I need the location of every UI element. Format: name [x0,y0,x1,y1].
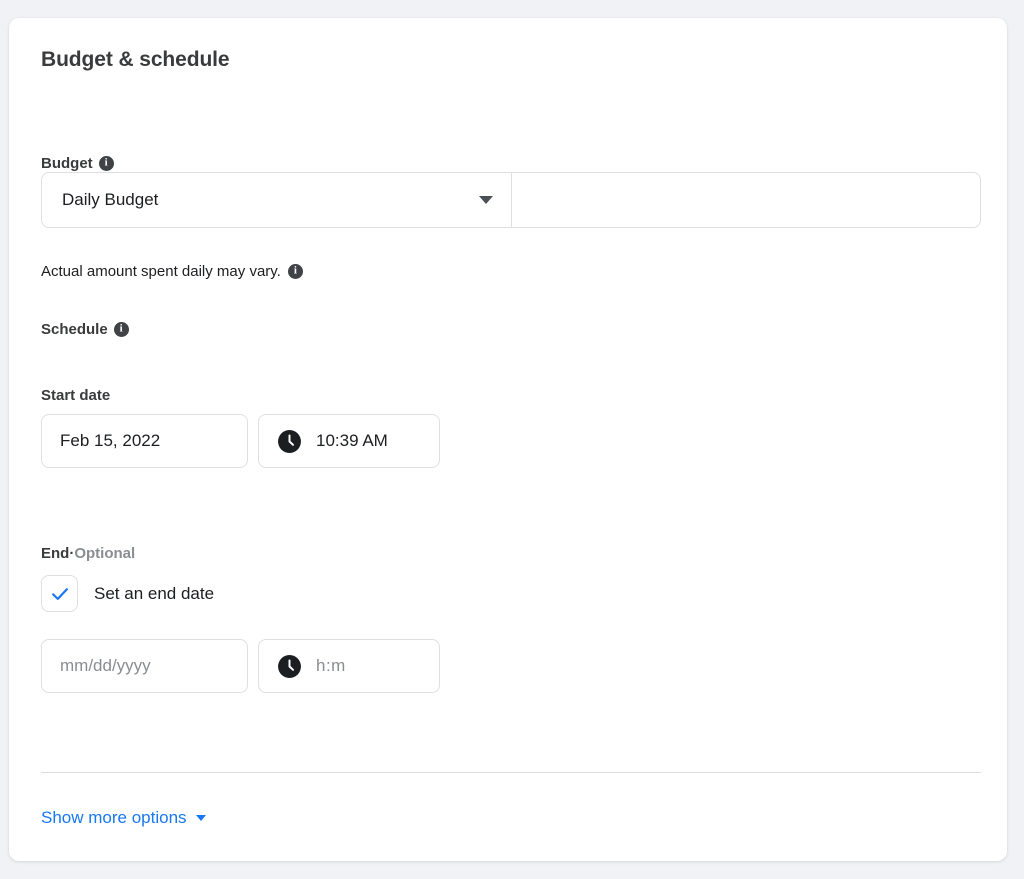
show-more-options-label: Show more options [41,808,187,827]
end-label: End·Optional [41,545,135,562]
section-divider [41,772,981,773]
info-icon[interactable]: i [287,264,303,279]
set-end-date-checkbox[interactable] [41,575,78,612]
budget-type-value: Daily Budget [62,190,159,209]
clock-icon [278,654,301,678]
chevron-down-icon [195,815,206,821]
end-time-input[interactable]: h:m [258,639,440,693]
budget-input-group: Daily Budget [41,172,981,228]
chevron-down-icon [479,196,493,204]
page-title: Budget & schedule [41,48,230,71]
start-date-input[interactable]: Feb 15, 2022 [41,414,248,468]
end-label-optional: Optional [74,545,136,562]
schedule-label-text: Schedule [41,321,108,338]
budget-helper-label: Actual amount spent daily may vary. [41,263,281,280]
set-end-date-checkbox-row[interactable]: Set an end date [41,575,214,612]
end-date-placeholder: mm/dd/yyyy [60,656,151,675]
info-icon[interactable]: i [113,322,129,337]
budget-amount-input[interactable] [512,173,980,227]
budget-label-text: Budget [41,155,93,172]
schedule-label: Schedule i [41,321,129,338]
end-label-text: End [41,545,70,562]
set-end-date-label: Set an end date [94,583,215,603]
budget-helper-text: Actual amount spent daily may vary. i [41,263,303,280]
info-icon[interactable]: i [98,156,114,171]
budget-type-select[interactable]: Daily Budget [42,173,512,227]
start-date-label: Start date [41,387,110,404]
show-more-options-link[interactable]: Show more options [41,808,206,828]
end-date-input[interactable]: mm/dd/yyyy [41,639,248,693]
budget-label: Budget i [41,155,114,172]
start-time-value: 10:39 AM [316,431,388,450]
budget-schedule-card: Budget & schedule Budget i Daily Budget … [9,18,1007,861]
clock-icon [278,429,301,453]
start-date-label-text: Start date [41,387,111,404]
start-date-value: Feb 15, 2022 [60,431,161,450]
check-icon [51,587,68,600]
start-time-input[interactable]: 10:39 AM [258,414,440,468]
end-time-placeholder: h:m [316,656,346,675]
